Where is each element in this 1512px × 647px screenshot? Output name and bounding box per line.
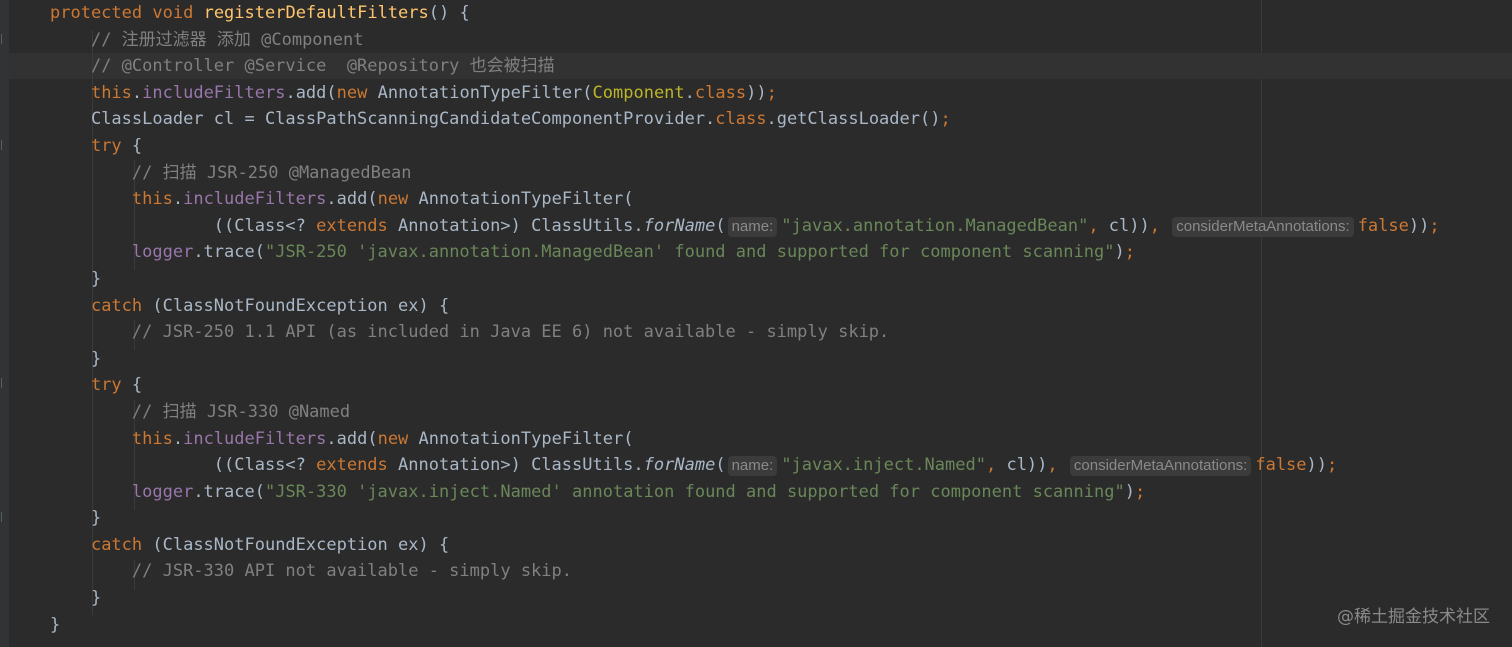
code-comment: // 扫描 JSR-250 @ManagedBean [131, 162, 412, 183]
code-line[interactable]: ((Class<? extends Annotation>) ClassUtil… [50, 213, 1440, 240]
code-line[interactable]: } [50, 505, 1440, 532]
code-line[interactable]: this.includeFilters.add(new AnnotationTy… [50, 186, 1440, 213]
code-line[interactable]: logger.trace("JSR-330 'javax.inject.Name… [50, 479, 1440, 506]
parameter-hint: considerMetaAnnotations: [1172, 216, 1354, 237]
watermark: @稀土掘金技术社区 [1337, 607, 1490, 627]
fold-marker-icon[interactable] [1, 378, 9, 388]
code-line[interactable]: try { [50, 372, 1440, 399]
code-line[interactable]: try { [50, 133, 1440, 160]
code-line[interactable]: ClassLoader cl = ClassPathScanningCandid… [50, 106, 1440, 133]
code-line[interactable]: this.includeFilters.add(new AnnotationTy… [50, 80, 1440, 107]
code-line[interactable]: } [50, 266, 1440, 293]
parameter-hint: name: [727, 456, 778, 477]
code-comment: // @Controller @Service @Repository 也会被扫… [90, 56, 555, 77]
parameter-hint: name: [727, 216, 778, 237]
code-line-current[interactable]: // @Controller @Service @Repository 也会被扫… [50, 53, 1440, 80]
editor-gutter[interactable] [0, 0, 9, 647]
code-comment: // 扫描 JSR-330 @Named [131, 401, 351, 422]
parameter-hint: considerMetaAnnotations: [1069, 456, 1252, 477]
fold-marker-icon[interactable] [1, 34, 9, 44]
fold-marker-icon[interactable] [1, 140, 9, 150]
code-line[interactable]: catch (ClassNotFoundException ex) { [50, 532, 1440, 559]
code-comment: // JSR-330 API not available - simply sk… [131, 561, 572, 582]
code-comment: // JSR-250 1.1 API (as included in Java … [131, 322, 890, 343]
code-comment: // 注册过滤器 添加 @Component [90, 29, 364, 50]
code-line[interactable]: catch (ClassNotFoundException ex) { [50, 293, 1440, 320]
fold-marker-icon[interactable] [1, 512, 9, 522]
code-line[interactable]: protected void registerDefaultFilters() … [50, 0, 1440, 27]
code-line[interactable]: ((Class<? extends Annotation>) ClassUtil… [50, 452, 1440, 479]
code-editor[interactable]: protected void registerDefaultFilters() … [50, 0, 1440, 638]
code-line[interactable]: } [50, 585, 1440, 612]
code-line[interactable]: // 扫描 JSR-330 @Named [50, 399, 1440, 426]
code-line[interactable]: // JSR-330 API not available - simply sk… [50, 558, 1440, 585]
code-line[interactable]: // JSR-250 1.1 API (as included in Java … [50, 319, 1440, 346]
code-line[interactable]: // 注册过滤器 添加 @Component [50, 27, 1440, 54]
code-line[interactable]: } [50, 346, 1440, 373]
method-name: registerDefaultFilters [203, 3, 429, 23]
code-line[interactable]: this.includeFilters.add(new AnnotationTy… [50, 426, 1440, 453]
code-line[interactable]: // 扫描 JSR-250 @ManagedBean [50, 160, 1440, 187]
code-line[interactable]: } [50, 612, 1440, 639]
code-line[interactable]: logger.trace("JSR-250 'javax.annotation.… [50, 239, 1440, 266]
